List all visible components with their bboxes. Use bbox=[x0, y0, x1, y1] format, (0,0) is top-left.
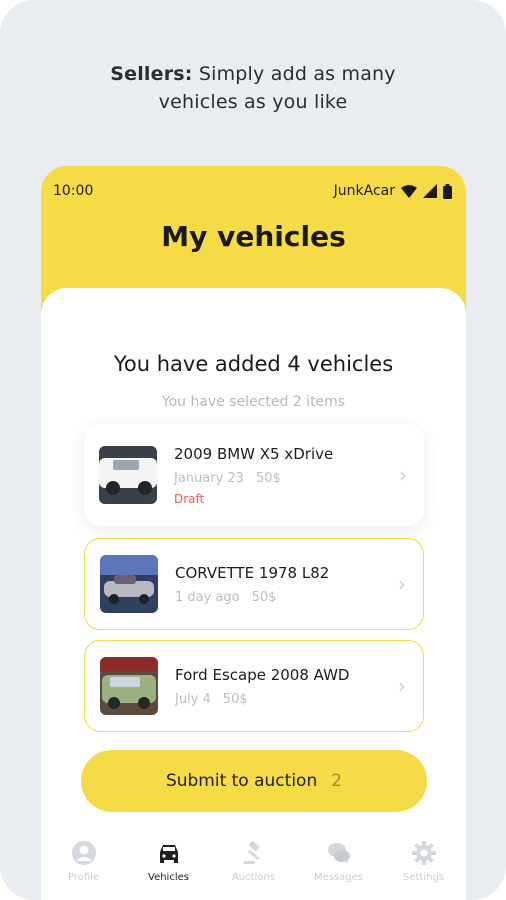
chat-icon bbox=[327, 843, 350, 864]
profile-icon bbox=[71, 841, 96, 865]
status-bar: 10:00 JunkAcar bbox=[53, 180, 452, 202]
vehicle-price: 50$ bbox=[222, 691, 248, 707]
vehicle-date: July 4 bbox=[175, 691, 211, 707]
submit-to-auction-button[interactable]: Submit to auction 2 bbox=[81, 750, 427, 812]
vehicle-name: CORVETTE 1978 L82 bbox=[175, 563, 330, 582]
tab-settings[interactable]: Settings bbox=[384, 840, 464, 883]
vehicle-date: 1 day ago bbox=[175, 589, 240, 605]
chevron-right-icon[interactable]: › bbox=[391, 572, 413, 596]
chevron-right-icon[interactable]: › bbox=[391, 674, 413, 698]
tab-messages[interactable]: Messages bbox=[299, 840, 379, 883]
vehicle-name: 2009 BMW X5 xDrive bbox=[174, 444, 334, 463]
vehicles-count-title: You have added 4 vehicles bbox=[113, 352, 394, 376]
tab-label: Settings bbox=[402, 872, 444, 883]
wifi-icon bbox=[401, 185, 417, 198]
carrier-name: JunkAcar bbox=[333, 183, 395, 199]
tab-label: Messages bbox=[313, 872, 364, 883]
status-time: 10:00 bbox=[53, 183, 94, 199]
vehicle-thumbnail bbox=[99, 446, 157, 504]
vehicle-card[interactable]: CORVETTE 1978 L82 1 day ago 50$ › bbox=[84, 538, 424, 630]
tab-label: Vehicles bbox=[148, 872, 189, 883]
battery-icon bbox=[443, 183, 452, 199]
submit-label: Submit to auction bbox=[165, 771, 318, 791]
selected-count-subtitle: You have selected 2 items bbox=[161, 394, 346, 410]
signal-icon bbox=[423, 184, 437, 198]
submit-count: 2 bbox=[331, 771, 343, 791]
vehicle-info: CORVETTE 1978 L82 1 day ago 50$ bbox=[175, 564, 391, 605]
vehicle-card[interactable]: 2009 BMW X5 xDrive January 23 50$ Draft … bbox=[84, 424, 424, 526]
chevron-right-icon[interactable]: › bbox=[392, 463, 414, 487]
vehicle-thumbnail bbox=[100, 657, 158, 715]
tab-label: Profile bbox=[67, 872, 100, 883]
tab-auctions[interactable]: Auctions bbox=[214, 840, 294, 883]
caption-line1: Simply add as many bbox=[192, 63, 396, 85]
tab-label: Auctions bbox=[231, 872, 276, 883]
status-right: JunkAcar bbox=[334, 183, 452, 199]
gavel-icon bbox=[242, 840, 260, 864]
tab-vehicles[interactable]: Vehicles bbox=[129, 840, 209, 883]
vehicle-info: 2009 BMW X5 xDrive January 23 50$ Draft bbox=[174, 445, 392, 506]
car-icon bbox=[159, 845, 178, 863]
vehicle-date: January 23 bbox=[174, 470, 244, 486]
vehicle-info: Ford Escape 2008 AWD July 4 50$ bbox=[175, 666, 391, 707]
gear-icon bbox=[411, 841, 436, 865]
page-title: My vehicles bbox=[161, 220, 346, 253]
screenshot-frame: Sellers: Simply add as many vehicles as … bbox=[0, 0, 506, 900]
vehicle-price: 50$ bbox=[255, 470, 281, 486]
vehicle-meta: 1 day ago 50$ bbox=[175, 590, 391, 605]
vehicle-meta: July 4 50$ bbox=[175, 692, 391, 707]
phone-screen: 10:00 JunkAcar My vehicles You have adde… bbox=[41, 166, 466, 900]
content-sheet: You have added 4 vehicles You have selec… bbox=[41, 288, 466, 900]
vehicle-card[interactable]: Ford Escape 2008 AWD July 4 50$ › bbox=[84, 640, 424, 732]
vehicle-price: 50$ bbox=[251, 589, 277, 605]
vehicle-status-draft: Draft bbox=[174, 491, 205, 506]
tab-profile[interactable]: Profile bbox=[44, 840, 124, 883]
marketing-caption: Sellers: Simply add as many vehicles as … bbox=[0, 60, 506, 116]
vehicle-meta: January 23 50$ bbox=[174, 471, 392, 486]
caption-line2: vehicles as you like bbox=[158, 91, 348, 113]
caption-strong: Sellers: bbox=[110, 63, 193, 85]
vehicle-name: Ford Escape 2008 AWD bbox=[175, 665, 350, 684]
vehicle-thumbnail bbox=[100, 555, 158, 613]
bottom-tab-bar: Profile Vehicles Auctions Messages Setti… bbox=[41, 826, 466, 900]
